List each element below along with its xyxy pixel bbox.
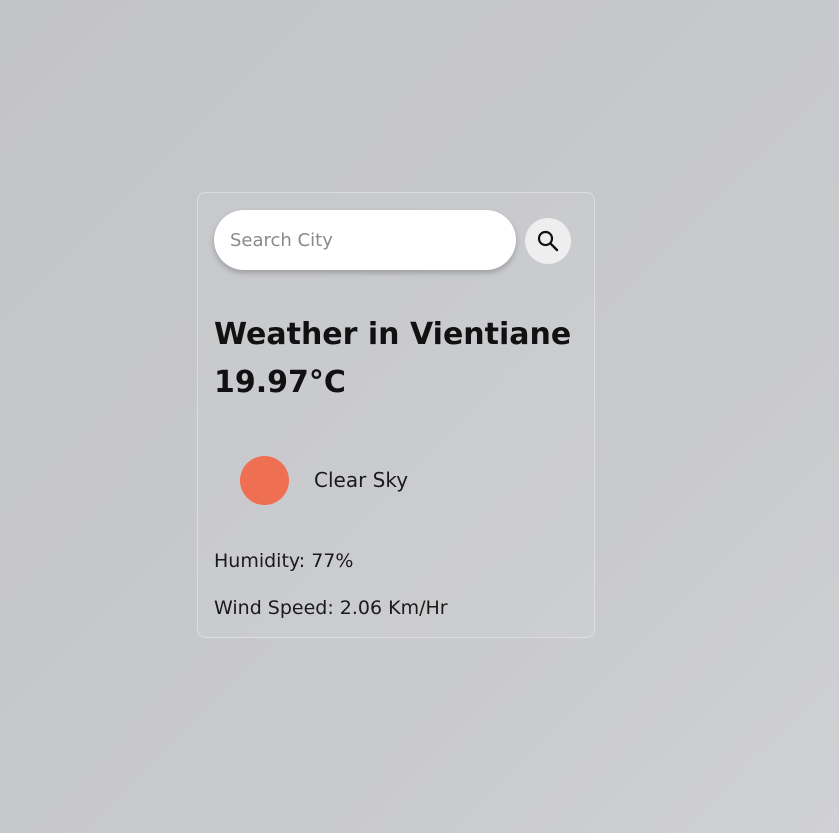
search-bar [214,210,574,272]
sun-icon [240,455,289,505]
weather-card: Weather in Vientiane 19.97°C Clear Sky H… [197,192,595,638]
weather-title: Weather in Vientiane [214,317,572,352]
humidity-text: Humidity: 77% [214,550,354,572]
search-icon [537,230,559,252]
wind-speed-text: Wind Speed: 2.06 Km/Hr [214,597,448,619]
condition-description: Clear Sky [314,468,409,492]
page-background: { "search": { "placeholder": "Search Cit… [0,0,839,833]
temperature-value: 19.97°C [214,365,346,400]
search-button[interactable] [525,218,571,264]
weather-condition: Clear Sky [240,455,408,505]
search-city-input[interactable] [214,210,516,270]
